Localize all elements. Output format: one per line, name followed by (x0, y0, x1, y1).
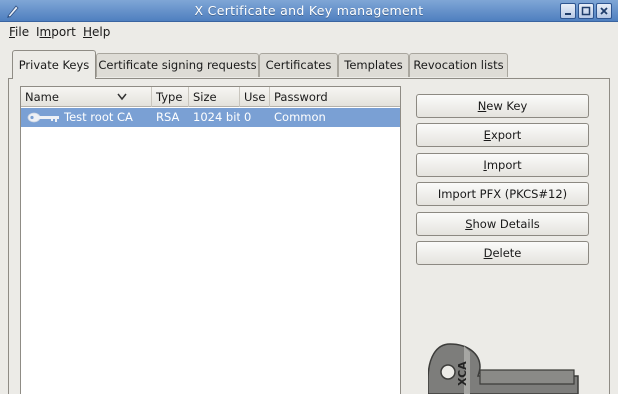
menu-help-post: elp (92, 25, 111, 39)
import-post: mport (486, 158, 522, 172)
close-icon (600, 7, 608, 15)
tab-certificates[interactable]: Certificates (259, 53, 338, 77)
export-button[interactable]: Export (416, 123, 589, 147)
row-name: Test root CA (64, 110, 133, 124)
menu-help[interactable]: Help (83, 25, 110, 39)
table-row[interactable]: Test root CA RSA 1024 bit 0 Common (21, 108, 400, 127)
minimize-icon (565, 13, 571, 15)
column-header-type[interactable]: Type (152, 87, 189, 107)
menu-file[interactable]: File (9, 25, 29, 39)
show-details-button[interactable]: Show Details (416, 212, 589, 236)
row-type: RSA (156, 110, 180, 124)
tab-templates[interactable]: Templates (338, 53, 409, 77)
show-details-mnemonic: S (465, 217, 473, 231)
tab-bar: Certificate signing requests Certificate… (0, 50, 618, 79)
delete-post: elete (492, 246, 522, 260)
tab-private-keys[interactable]: Private Keys (12, 50, 96, 79)
window-title: X Certificate and Key management (194, 3, 424, 18)
menu-import-mnemonic: m (39, 25, 52, 39)
import-pfx-label: Import PFX (PKCS#12) (437, 187, 568, 201)
close-button[interactable] (596, 3, 612, 19)
chevron-down-icon (117, 93, 127, 101)
minimize-button[interactable] (560, 3, 576, 19)
new-key-post: ew Key (486, 99, 528, 113)
list-header: Name Type Size Use Password (21, 87, 400, 107)
column-header-size[interactable]: Size (189, 87, 240, 107)
menu-bar: File Import Help (0, 22, 618, 43)
row-use: 0 (244, 110, 252, 124)
menu-import-post: port (51, 25, 76, 39)
column-header-password[interactable]: Password (270, 87, 400, 107)
row-size: 1024 bit (193, 110, 240, 124)
new-key-mnemonic: N (477, 99, 487, 113)
import-button[interactable]: Import (416, 153, 589, 177)
column-header-name[interactable]: Name (21, 87, 152, 107)
column-header-use[interactable]: Use (240, 87, 270, 107)
menu-import[interactable]: Import (36, 25, 76, 39)
export-post: xport (490, 128, 522, 142)
column-name-label: Name (25, 90, 59, 104)
maximize-button[interactable] (578, 3, 594, 19)
maximize-icon (581, 6, 591, 16)
keys-list[interactable]: Name Type Size Use Password Test root CA… (20, 86, 401, 394)
import-pfx-button[interactable]: Import PFX (PKCS#12) (416, 182, 589, 206)
show-details-post: how Details (472, 217, 540, 231)
menu-help-mnemonic: H (83, 25, 93, 39)
row-password: Common (274, 110, 326, 124)
logo-text: XCA (456, 361, 469, 386)
tab-certificate-signing-requests[interactable]: Certificate signing requests (96, 53, 259, 77)
tab-revocation-lists[interactable]: Revocation lists (409, 53, 508, 77)
key-logo-icon: XCA (428, 343, 579, 394)
menu-file-post: ile (15, 25, 30, 39)
new-key-button[interactable]: New Key (416, 94, 589, 118)
export-mnemonic: E (483, 128, 491, 142)
key-icon (25, 108, 63, 127)
title-bar: X Certificate and Key management (0, 0, 618, 22)
delete-button[interactable]: Delete (416, 241, 589, 265)
